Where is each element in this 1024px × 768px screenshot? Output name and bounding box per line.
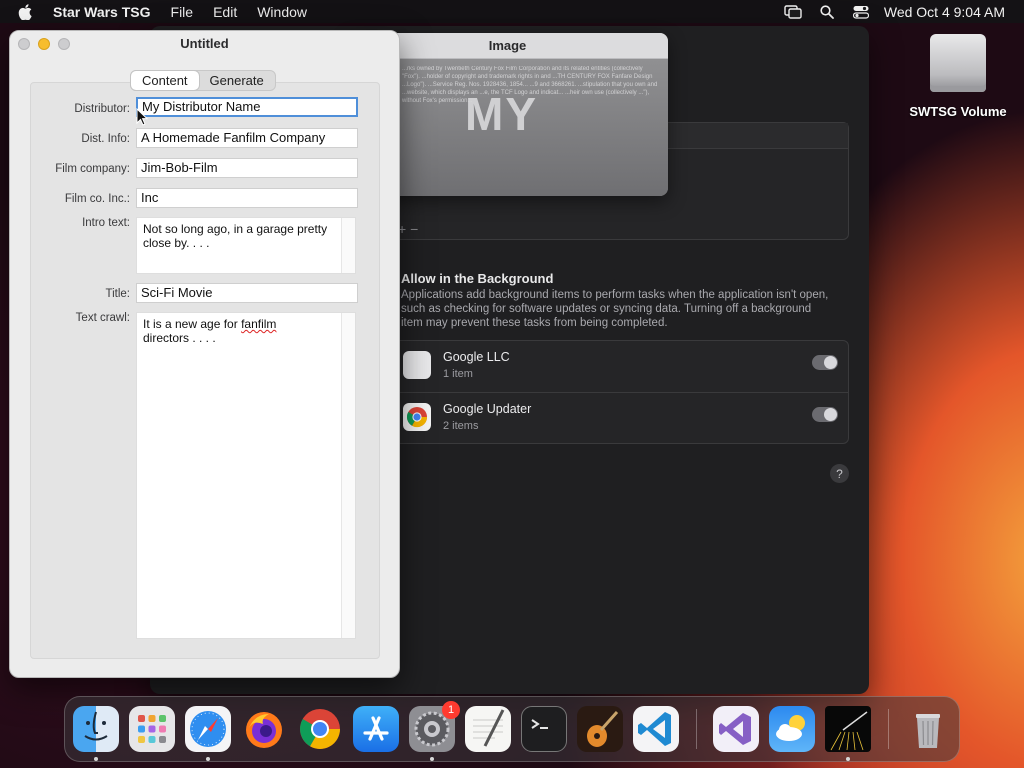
google-updater-toggle[interactable] — [812, 407, 838, 422]
intro-text-label: Intro text: — [82, 217, 130, 229]
mouse-cursor-icon — [136, 107, 149, 131]
vscode-icon[interactable] — [633, 706, 679, 752]
dist-info-field[interactable]: A Homemade Fanfilm Company — [136, 128, 358, 148]
tab-generate[interactable]: Generate — [199, 71, 275, 90]
chrome-icon[interactable] — [297, 706, 343, 752]
tab-bar: Content Generate — [130, 70, 276, 91]
item-count: 1 item — [443, 368, 473, 380]
desktop-drive[interactable]: SWTSG Volume — [906, 34, 1010, 119]
close-button[interactable] — [18, 38, 30, 50]
allow-background-description: Applications add background items to per… — [401, 289, 829, 329]
allow-background-title: Allow in the Background — [401, 271, 554, 286]
item-count: 2 items — [443, 420, 479, 432]
textedit-icon[interactable] — [465, 706, 511, 752]
trash-icon[interactable] — [905, 706, 951, 752]
finder-icon[interactable] — [73, 706, 119, 752]
window-titlebar[interactable]: Untitled — [10, 31, 399, 57]
drive-icon — [930, 34, 986, 92]
garageband-icon[interactable] — [577, 706, 623, 752]
screen-mirroring-icon[interactable] — [776, 4, 810, 19]
dock: 1 — [64, 696, 960, 762]
title-field[interactable]: Sci-Fi Movie — [136, 283, 358, 303]
film-co-inc-label: Film co. Inc.: — [64, 193, 130, 205]
running-indicator — [430, 757, 434, 761]
dock-separator — [888, 709, 889, 749]
tab-content[interactable]: Content — [131, 71, 199, 90]
visual-studio-icon[interactable] — [713, 706, 759, 752]
menu-clock[interactable]: Wed Oct 4 9:04 AM — [884, 4, 1005, 20]
background-items-list: Google LLC 1 item Google Updater 2 items — [390, 340, 849, 444]
dock-separator — [696, 709, 697, 749]
menu-app-name[interactable]: Star Wars TSG — [53, 4, 151, 20]
add-remove-buttons[interactable]: + − — [398, 221, 418, 237]
terminal-icon[interactable] — [521, 706, 567, 752]
weather-icon[interactable] — [769, 706, 815, 752]
text-crawl-line-2: directors . . . . — [143, 331, 216, 345]
google-llc-toggle[interactable] — [812, 355, 838, 370]
text-crawl-label: Text crawl: — [75, 312, 130, 324]
drive-label: SWTSG Volume — [909, 104, 1007, 119]
text-crawl-area[interactable]: It is a new age for fanfilm directors . … — [136, 312, 356, 639]
film-co-inc-field[interactable]: Inc — [136, 188, 358, 208]
control-center-icon[interactable] — [844, 5, 878, 19]
dist-info-label: Dist. Info: — [81, 133, 130, 145]
star-wars-tsg-icon[interactable] — [825, 706, 871, 752]
menu-edit[interactable]: Edit — [213, 4, 237, 20]
misspelled-word: fanfilm — [241, 317, 277, 331]
distributor-field[interactable]: My Distributor Name — [136, 97, 358, 117]
app-store-icon[interactable] — [353, 706, 399, 752]
chrome-icon — [403, 403, 431, 431]
film-company-field[interactable]: Jim-Bob-Film — [136, 158, 358, 178]
menu-window[interactable]: Window — [257, 4, 307, 20]
running-indicator — [94, 757, 98, 761]
minimize-button[interactable] — [38, 38, 50, 50]
spotlight-search-icon[interactable] — [810, 4, 844, 19]
item-name: Google Updater — [443, 402, 532, 416]
firefox-icon[interactable] — [241, 706, 287, 752]
intro-text-content: Not so long ago, in a garage pretty clos… — [143, 222, 328, 250]
apple-menu-icon[interactable] — [18, 3, 40, 20]
intro-text-scrollbar[interactable] — [341, 218, 355, 273]
help-button[interactable]: ? — [830, 464, 849, 483]
list-item: Google Updater 2 items — [391, 393, 848, 445]
text-crawl-line-1: It is a new age for fanfilm — [143, 317, 277, 331]
launchpad-icon[interactable] — [129, 706, 175, 752]
zoom-button[interactable] — [58, 38, 70, 50]
menu-file[interactable]: File — [171, 4, 194, 20]
intro-text-area[interactable]: Not so long ago, in a garage pretty clos… — [136, 217, 356, 274]
window-title: Untitled — [180, 36, 229, 51]
title-label: Title: — [105, 288, 131, 300]
film-company-label: Film company: — [55, 163, 130, 175]
google-llc-icon — [403, 351, 431, 379]
untitled-window: Untitled Content Generate Distributor: M… — [9, 30, 400, 678]
list-item: Google LLC 1 item — [391, 341, 848, 393]
distributor-label: Distributor: — [74, 103, 130, 115]
preview-title-text: MY — [465, 88, 538, 140]
menu-bar: Star Wars TSG File Edit Window Wed Oct 4… — [0, 0, 1024, 23]
running-indicator — [206, 757, 210, 761]
notification-badge: 1 — [442, 701, 460, 719]
item-name: Google LLC — [443, 350, 510, 364]
running-indicator — [846, 757, 850, 761]
text-crawl-scrollbar[interactable] — [341, 313, 355, 638]
safari-icon[interactable] — [185, 706, 231, 752]
